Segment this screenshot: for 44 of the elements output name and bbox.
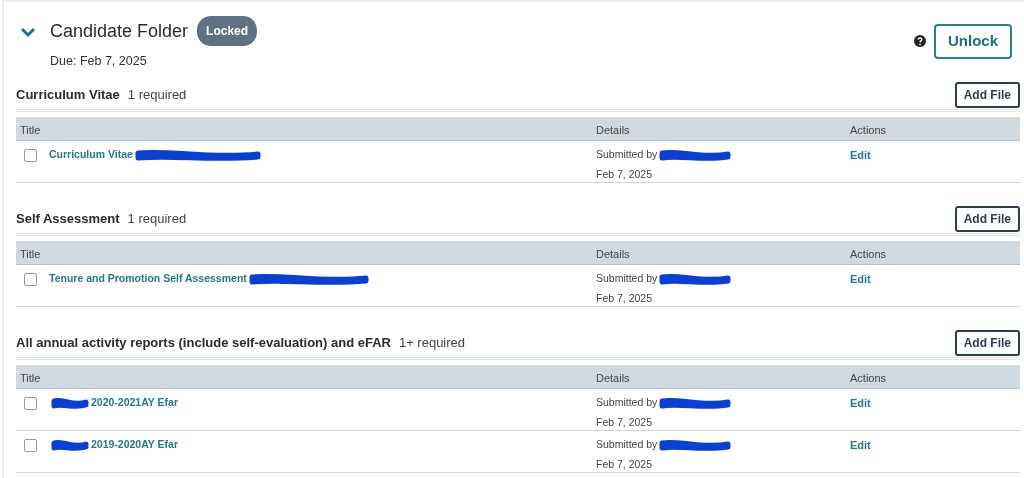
edit-link[interactable]: Edit: [850, 439, 871, 451]
file-link[interactable]: 2019-2020AY Efar: [91, 437, 178, 453]
checkbox[interactable]: [24, 149, 37, 162]
column-header: Actions: [850, 124, 887, 136]
unlock-button[interactable]: Unlock: [934, 24, 1012, 59]
column-header: Title: [20, 372, 41, 384]
edit-link[interactable]: Edit: [850, 397, 871, 409]
status-badge: Locked: [197, 16, 258, 46]
edit-link[interactable]: Edit: [850, 273, 871, 285]
folder-title: Candidate Folder: [50, 19, 189, 43]
section-title: Curriculum Vitae: [16, 85, 120, 104]
add-file-button[interactable]: Add File: [954, 205, 1020, 232]
requirement-count: 1+ required: [398, 333, 466, 352]
column-header: Actions: [850, 248, 887, 260]
submitted-by-text: Submitted by: [596, 271, 658, 286]
submitted-date: Feb 7, 2025: [596, 166, 654, 182]
submitted-date: Feb 7, 2025: [596, 456, 654, 472]
section-title: Self Assessment: [16, 209, 120, 228]
checkbox[interactable]: [24, 439, 37, 452]
checkbox[interactable]: [24, 273, 37, 286]
submitted-date: Feb 7, 2025: [596, 414, 654, 430]
chevron-icon[interactable]: [20, 26, 36, 38]
edit-link[interactable]: Edit: [850, 149, 871, 161]
column-header: Actions: [850, 372, 887, 384]
section-title: All annual activity reports (include self-evaluation) and eFAR: [16, 333, 391, 352]
file-link[interactable]: Curriculum Vitae: [49, 147, 133, 163]
submitted-by-text: Submitted by: [596, 147, 658, 162]
column-header: Details: [596, 248, 630, 260]
requirement-count: 1 required: [127, 209, 187, 228]
submitted-by-text: Submitted by: [596, 437, 658, 452]
help-icon[interactable]: [914, 35, 926, 48]
column-header: Title: [20, 124, 41, 136]
add-file-button[interactable]: Add File: [954, 329, 1020, 356]
file-link[interactable]: Tenure and Promotion Self Assessment: [49, 271, 247, 287]
add-file-button[interactable]: Add File: [954, 81, 1020, 108]
checkbox[interactable]: [24, 397, 37, 410]
requirement-count: 1 required: [127, 85, 187, 104]
due-date: Due: Feb 7, 2025: [50, 53, 148, 70]
submitted-by-text: Submitted by: [596, 395, 658, 410]
submitted-date: Feb 7, 2025: [596, 290, 654, 306]
column-header: Details: [596, 124, 630, 136]
file-link[interactable]: 2020-2021AY Efar: [91, 395, 178, 411]
column-header: Details: [596, 372, 630, 384]
column-header: Title: [20, 248, 41, 260]
